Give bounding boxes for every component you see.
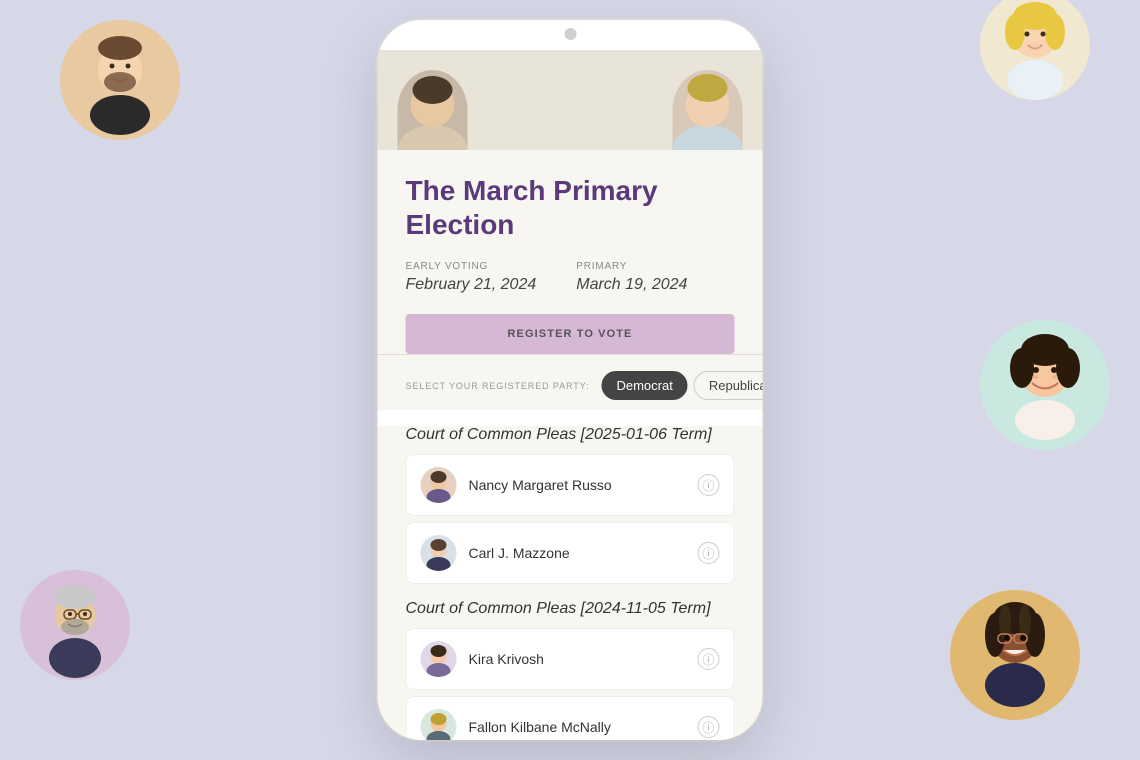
avatar-bot-right bbox=[950, 590, 1080, 720]
candidate-name-russo: Nancy Margaret Russo bbox=[469, 477, 686, 493]
early-voting-label: EARLY VOTING bbox=[406, 261, 537, 272]
candidate-name-mcnally: Fallon Kilbane McNally bbox=[469, 719, 686, 735]
candidate-avatar-krivosh bbox=[421, 641, 457, 677]
candidate-avatar-russo bbox=[421, 467, 457, 503]
party-democrat-button[interactable]: Democrat bbox=[601, 371, 687, 400]
candidate-avatar-mcnally bbox=[421, 709, 457, 740]
party-republican-button[interactable]: Republican bbox=[694, 371, 763, 400]
race-2-title: Court of Common Pleas [2024-11-05 Term] bbox=[406, 600, 735, 618]
race-1-title: Court of Common Pleas [2025-01-06 Term] bbox=[406, 426, 735, 444]
header-candidate-right bbox=[673, 70, 743, 150]
candidate-card-mcnally: Fallon Kilbane McNally ⓘ bbox=[406, 696, 735, 740]
info-icon-russo[interactable]: ⓘ bbox=[698, 474, 720, 496]
candidate-avatar-mazzone bbox=[421, 535, 457, 571]
primary-block: PRIMARY March 19, 2024 bbox=[576, 261, 687, 294]
avatar-mid-right bbox=[980, 320, 1110, 450]
primary-date: March 19, 2024 bbox=[576, 276, 687, 294]
candidate-card-krivosh: Kira Krivosh ⓘ bbox=[406, 628, 735, 690]
header-candidate-left bbox=[398, 70, 468, 150]
dates-row: EARLY VOTING February 21, 2024 PRIMARY M… bbox=[406, 261, 735, 294]
avatar-top-left bbox=[60, 20, 180, 140]
primary-label: PRIMARY bbox=[576, 261, 687, 272]
party-section: SELECT YOUR REGISTERED PARTY: Democrat R… bbox=[378, 355, 763, 410]
avatar-bot-left bbox=[20, 570, 130, 680]
candidate-card-mazzone: Carl J. Mazzone ⓘ bbox=[406, 522, 735, 584]
party-buttons: Democrat Republican bbox=[601, 371, 762, 400]
phone-main: The March Primary Election EARLY VOTING … bbox=[378, 150, 763, 354]
register-button[interactable]: REGISTER TO VOTE bbox=[406, 314, 735, 354]
candidate-name-krivosh: Kira Krivosh bbox=[469, 651, 686, 667]
phone-content[interactable]: The March Primary Election EARLY VOTING … bbox=[378, 20, 763, 740]
early-voting-date: February 21, 2024 bbox=[406, 276, 537, 294]
info-icon-krivosh[interactable]: ⓘ bbox=[698, 648, 720, 670]
party-selector-label: SELECT YOUR REGISTERED PARTY: bbox=[406, 381, 590, 391]
info-icon-mcnally[interactable]: ⓘ bbox=[698, 716, 720, 738]
candidate-name-mazzone: Carl J. Mazzone bbox=[469, 545, 686, 561]
election-title: The March Primary Election bbox=[406, 174, 735, 241]
phone-header bbox=[378, 50, 763, 150]
candidate-card-russo: Nancy Margaret Russo ⓘ bbox=[406, 454, 735, 516]
info-icon-mazzone[interactable]: ⓘ bbox=[698, 542, 720, 564]
early-voting-block: EARLY VOTING February 21, 2024 bbox=[406, 261, 537, 294]
races-content: Court of Common Pleas [2025-01-06 Term] … bbox=[378, 426, 763, 740]
phone-notch bbox=[505, 20, 635, 48]
phone-frame: The March Primary Election EARLY VOTING … bbox=[378, 20, 763, 740]
avatar-top-right bbox=[980, 0, 1090, 100]
phone-camera bbox=[564, 28, 576, 40]
